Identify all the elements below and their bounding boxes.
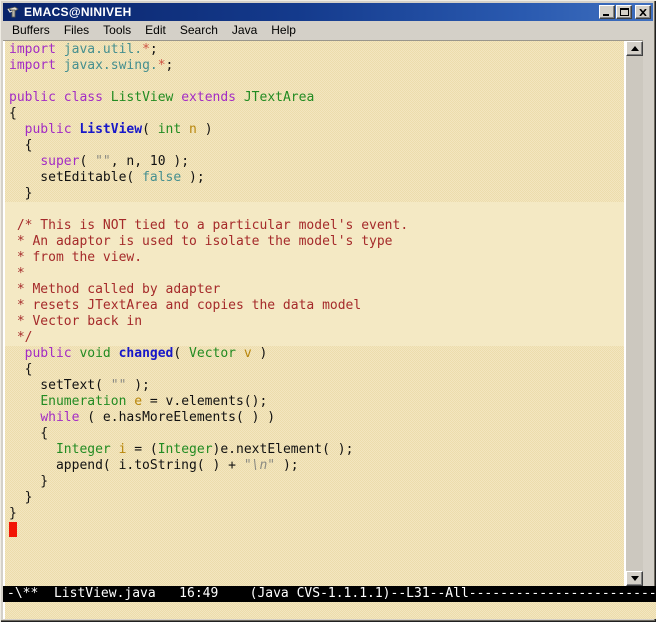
main-content: import java.util.*;import javax.swing.*;…: [3, 40, 643, 586]
code-line[interactable]: * resets JTextArea and copies the data m…: [5, 298, 624, 314]
scroll-up-button[interactable]: [626, 41, 643, 56]
code-line[interactable]: Enumeration e = v.elements();: [5, 394, 624, 410]
menu-bar: Buffers Files Tools Edit Search Java Hel…: [3, 21, 653, 40]
code-line[interactable]: [5, 74, 624, 90]
code-line[interactable]: [5, 522, 624, 538]
menu-item-buffers[interactable]: Buffers: [5, 21, 57, 40]
code-line[interactable]: super( "", n, 10 );: [5, 154, 624, 170]
editor-buffer[interactable]: import java.util.*;import javax.swing.*;…: [3, 41, 626, 586]
menu-item-help[interactable]: Help: [264, 21, 303, 40]
code-line[interactable]: append( i.toString( ) + "\n" );: [5, 458, 624, 474]
text-cursor: [9, 522, 17, 537]
code-line[interactable]: *: [5, 266, 624, 282]
arrow-up-icon: [631, 46, 639, 51]
code-line[interactable]: }: [5, 490, 624, 506]
menu-item-edit[interactable]: Edit: [138, 21, 173, 40]
emacs-gnu-icon: [6, 5, 21, 19]
code-line[interactable]: setEditable( false );: [5, 170, 624, 186]
code-line[interactable]: public ListView( int n ): [5, 122, 624, 138]
bottom-area: -\** ListView.java 16:49 (Java CVS-1.1.1…: [3, 586, 643, 619]
arrow-down-icon: [631, 576, 639, 581]
minimize-button[interactable]: [599, 5, 615, 19]
maximize-icon: [620, 8, 629, 16]
code-line[interactable]: * Method called by adapter: [5, 282, 624, 298]
menu-item-search[interactable]: Search: [173, 21, 225, 40]
vertical-scrollbar[interactable]: [626, 41, 643, 586]
code-line[interactable]: while ( e.hasMoreElements( ) ): [5, 410, 624, 426]
maximize-button[interactable]: [616, 5, 632, 19]
title-bar[interactable]: EMACS@NINIVEH: [3, 3, 653, 21]
code-line[interactable]: */: [5, 330, 624, 346]
code-line[interactable]: Integer i = (Integer)e.nextElement( );: [5, 442, 624, 458]
code-line[interactable]: {: [5, 106, 624, 122]
code-line[interactable]: }: [5, 186, 624, 202]
code-line[interactable]: public class ListView extends JTextArea: [5, 90, 624, 106]
code-line[interactable]: /* This is NOT tied to a particular mode…: [5, 218, 624, 234]
code-line[interactable]: import javax.swing.*;: [5, 58, 624, 74]
menu-item-files[interactable]: Files: [57, 21, 96, 40]
minibuffer[interactable]: [3, 602, 656, 619]
close-button[interactable]: [635, 5, 651, 19]
code-line[interactable]: * from the view.: [5, 250, 624, 266]
minimize-icon: [603, 9, 611, 16]
code-line[interactable]: * Vector back in: [5, 314, 624, 330]
window-title: EMACS@NINIVEH: [24, 3, 598, 21]
code-line[interactable]: setText( "" );: [5, 378, 624, 394]
code-line[interactable]: [5, 202, 624, 218]
code-line[interactable]: }: [5, 474, 624, 490]
code-line[interactable]: import java.util.*;: [5, 42, 624, 58]
code-area[interactable]: import java.util.*;import javax.swing.*;…: [5, 41, 624, 586]
code-line[interactable]: public void changed( Vector v ): [5, 346, 624, 362]
emacs-window: EMACS@NINIVEH Buffers Files Tools Edit S…: [0, 0, 656, 622]
code-line[interactable]: {: [5, 362, 624, 378]
code-line[interactable]: }: [5, 506, 624, 522]
close-icon: [639, 9, 647, 16]
mode-line: -\** ListView.java 16:49 (Java CVS-1.1.1…: [3, 586, 656, 602]
code-line[interactable]: {: [5, 138, 624, 154]
menu-item-java[interactable]: Java: [225, 21, 264, 40]
menu-item-tools[interactable]: Tools: [96, 21, 138, 40]
code-line[interactable]: {: [5, 426, 624, 442]
code-line[interactable]: * An adaptor is used to isolate the mode…: [5, 234, 624, 250]
scroll-down-button[interactable]: [626, 571, 643, 586]
